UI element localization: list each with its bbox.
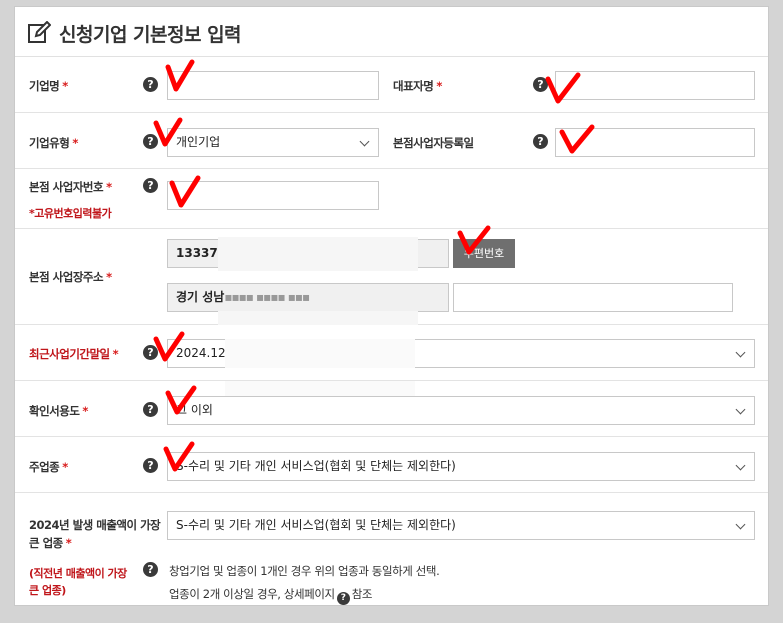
ceo-name-label: 대표자명 * — [393, 79, 442, 93]
zipcode-search-button[interactable]: 우편번호 — [453, 239, 515, 268]
cert-use-label: 확인서용도 * — [29, 404, 88, 418]
company-type-select[interactable]: 개인기업 — [167, 128, 379, 157]
chevron-down-icon — [735, 404, 746, 415]
row-company-name: 기업명 * ? 대표자명 * ? — [15, 57, 768, 113]
row-main-industry: 주업종 * ? S-수리 및 기타 개인 서비스업(협회 및 단체는 제외한다) — [15, 437, 768, 493]
help-icon[interactable]: ? — [143, 178, 158, 193]
help-icon[interactable]: ? — [143, 562, 158, 577]
help-icon[interactable]: ? — [143, 458, 158, 473]
page-title: 신청기업 기본정보 입력 — [59, 24, 242, 46]
top-sales-industry-note-1: (직전년 매출액이 가장 — [29, 567, 127, 580]
row-top-sales-industry: 2024년 발생 매출액이 가장 큰 업종 * (직전년 매출액이 가장 큰 업종… — [15, 493, 768, 605]
hq-reg-date-label: 본점사업자등록일 — [393, 136, 474, 150]
info-text-2: 업종이 2개 이상일 경우, 상세페이지? 참조 — [169, 587, 373, 605]
row-cert-use: 확인서용도 * ? 그 이외 — [15, 381, 768, 437]
fiscal-end-value: 2024.12. — [176, 346, 230, 360]
main-industry-label: 주업종 * — [29, 460, 68, 474]
address1-input[interactable]: 경기 성남▪▪▪▪ ▪▪▪▪ ▪▪▪ — [167, 283, 449, 312]
row-company-type: 기업유형 * ? 개인기업 본점사업자등록일 ? — [15, 113, 768, 169]
top-sales-industry-note-2: 큰 업종) — [29, 584, 66, 597]
help-icon[interactable]: ? — [336, 592, 350, 605]
info-text-1: 창업기업 및 업종이 1개인 경우 위의 업종과 동일하게 선택. — [169, 564, 440, 578]
company-type-label: 기업유형 * — [29, 136, 78, 150]
chevron-down-icon — [735, 460, 746, 471]
top-sales-industry-value: S-수리 및 기타 개인 서비스업(협회 및 단체는 제외한다) — [176, 518, 456, 532]
address1-masked: ▪▪▪▪ ▪▪▪▪ ▪▪▪ — [224, 290, 310, 304]
chevron-down-icon — [735, 519, 746, 530]
redaction-block — [218, 237, 418, 271]
row-hq-address: 본점 사업장주소 * 13337 우편번호 경기 성남▪▪▪▪ ▪▪▪▪ ▪▪▪ — [15, 229, 768, 325]
top-sales-industry-label-1: 2024년 발생 매출액이 가장 — [29, 518, 161, 532]
redaction-block — [225, 381, 415, 396]
hq-reg-date-input[interactable] — [555, 128, 755, 157]
address1-text: 경기 성남 — [176, 290, 225, 304]
redaction-block — [218, 311, 418, 325]
basic-info-panel: 신청기업 기본정보 입력 기업명 * ? 대표자명 * ? 기업유형 * ? 개인기업… — [14, 6, 769, 606]
ceo-name-input[interactable] — [555, 71, 755, 100]
top-sales-industry-label-2: 큰 업종 * — [29, 536, 72, 550]
top-sales-industry-select[interactable]: S-수리 및 기타 개인 서비스업(협회 및 단체는 제외한다) — [167, 511, 755, 540]
address2-input[interactable] — [453, 283, 733, 312]
chevron-down-icon — [359, 136, 370, 147]
cert-use-value: 그 이외 — [176, 403, 213, 417]
company-type-value: 개인기업 — [176, 135, 221, 149]
redaction-block — [225, 339, 415, 368]
company-name-label: 기업명 * — [29, 79, 68, 93]
row-fiscal-end: 최근사업기간말일 * ? 2024.12. — [15, 325, 768, 381]
help-icon[interactable]: ? — [143, 345, 158, 360]
help-icon[interactable]: ? — [143, 402, 158, 417]
hq-biz-no-note: *고유번호입력불가 — [29, 207, 112, 220]
hq-biz-no-input[interactable] — [167, 181, 379, 210]
chevron-down-icon — [735, 347, 746, 358]
company-name-input[interactable] — [167, 71, 379, 100]
hq-biz-no-label: 본점 사업자번호 * — [29, 180, 112, 194]
main-industry-value: S-수리 및 기타 개인 서비스업(협회 및 단체는 제외한다) — [176, 459, 456, 473]
help-icon[interactable]: ? — [143, 134, 158, 149]
edit-icon — [28, 21, 51, 43]
fiscal-end-label: 최근사업기간말일 * — [29, 347, 119, 361]
hq-address-label: 본점 사업장주소 * — [29, 270, 112, 284]
help-icon[interactable]: ? — [143, 77, 158, 92]
help-icon[interactable]: ? — [533, 77, 548, 92]
help-icon[interactable]: ? — [533, 134, 548, 149]
row-hq-biz-no: 본점 사업자번호 * *고유번호입력불가 ? — [15, 169, 768, 229]
cert-use-select[interactable]: 그 이외 — [167, 396, 755, 425]
main-industry-select[interactable]: S-수리 및 기타 개인 서비스업(협회 및 단체는 제외한다) — [167, 452, 755, 481]
section-header: 신청기업 기본정보 입력 — [15, 7, 768, 57]
